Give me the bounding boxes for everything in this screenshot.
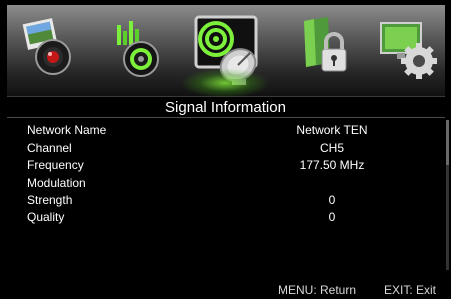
info-row-channel: Channel CH5 <box>27 140 387 157</box>
info-label: Quality <box>27 210 65 224</box>
scrollbar-thumb[interactable] <box>446 120 449 165</box>
info-value: 0 <box>328 193 336 207</box>
media-player-icon[interactable] <box>103 15 167 83</box>
title-divider <box>7 117 445 118</box>
info-label: Frequency <box>27 158 84 172</box>
info-label: Channel <box>27 141 72 155</box>
photo-camera-icon[interactable] <box>17 15 81 83</box>
info-row-strength: Strength 0 <box>27 192 387 209</box>
settings-gear-icon[interactable] <box>377 15 441 83</box>
info-value: CH5 <box>319 141 344 155</box>
info-label: Strength <box>27 193 73 207</box>
info-row-modulation: Modulation <box>27 175 387 192</box>
exit-hint: EXIT: Exit <box>384 283 437 297</box>
info-value: Network TEN <box>296 123 368 137</box>
info-label: Modulation <box>27 176 86 190</box>
scrollbar[interactable] <box>446 120 449 270</box>
info-value: 177.50 MHz <box>299 158 365 172</box>
info-value: 0 <box>328 210 336 224</box>
parental-lock-icon[interactable] <box>292 15 356 83</box>
info-row-quality: Quality 0 <box>27 209 387 226</box>
signal-information-screen: Signal Information Network Name Network … <box>0 0 451 299</box>
page-title: Signal Information <box>165 99 286 116</box>
info-label: Network Name <box>27 123 107 137</box>
info-row-frequency: Frequency 177.50 MHz <box>27 157 387 174</box>
info-row-network-name: Network Name Network TEN <box>27 122 387 139</box>
selection-glow <box>180 68 270 98</box>
menu-return-hint: MENU: Return <box>278 283 357 297</box>
